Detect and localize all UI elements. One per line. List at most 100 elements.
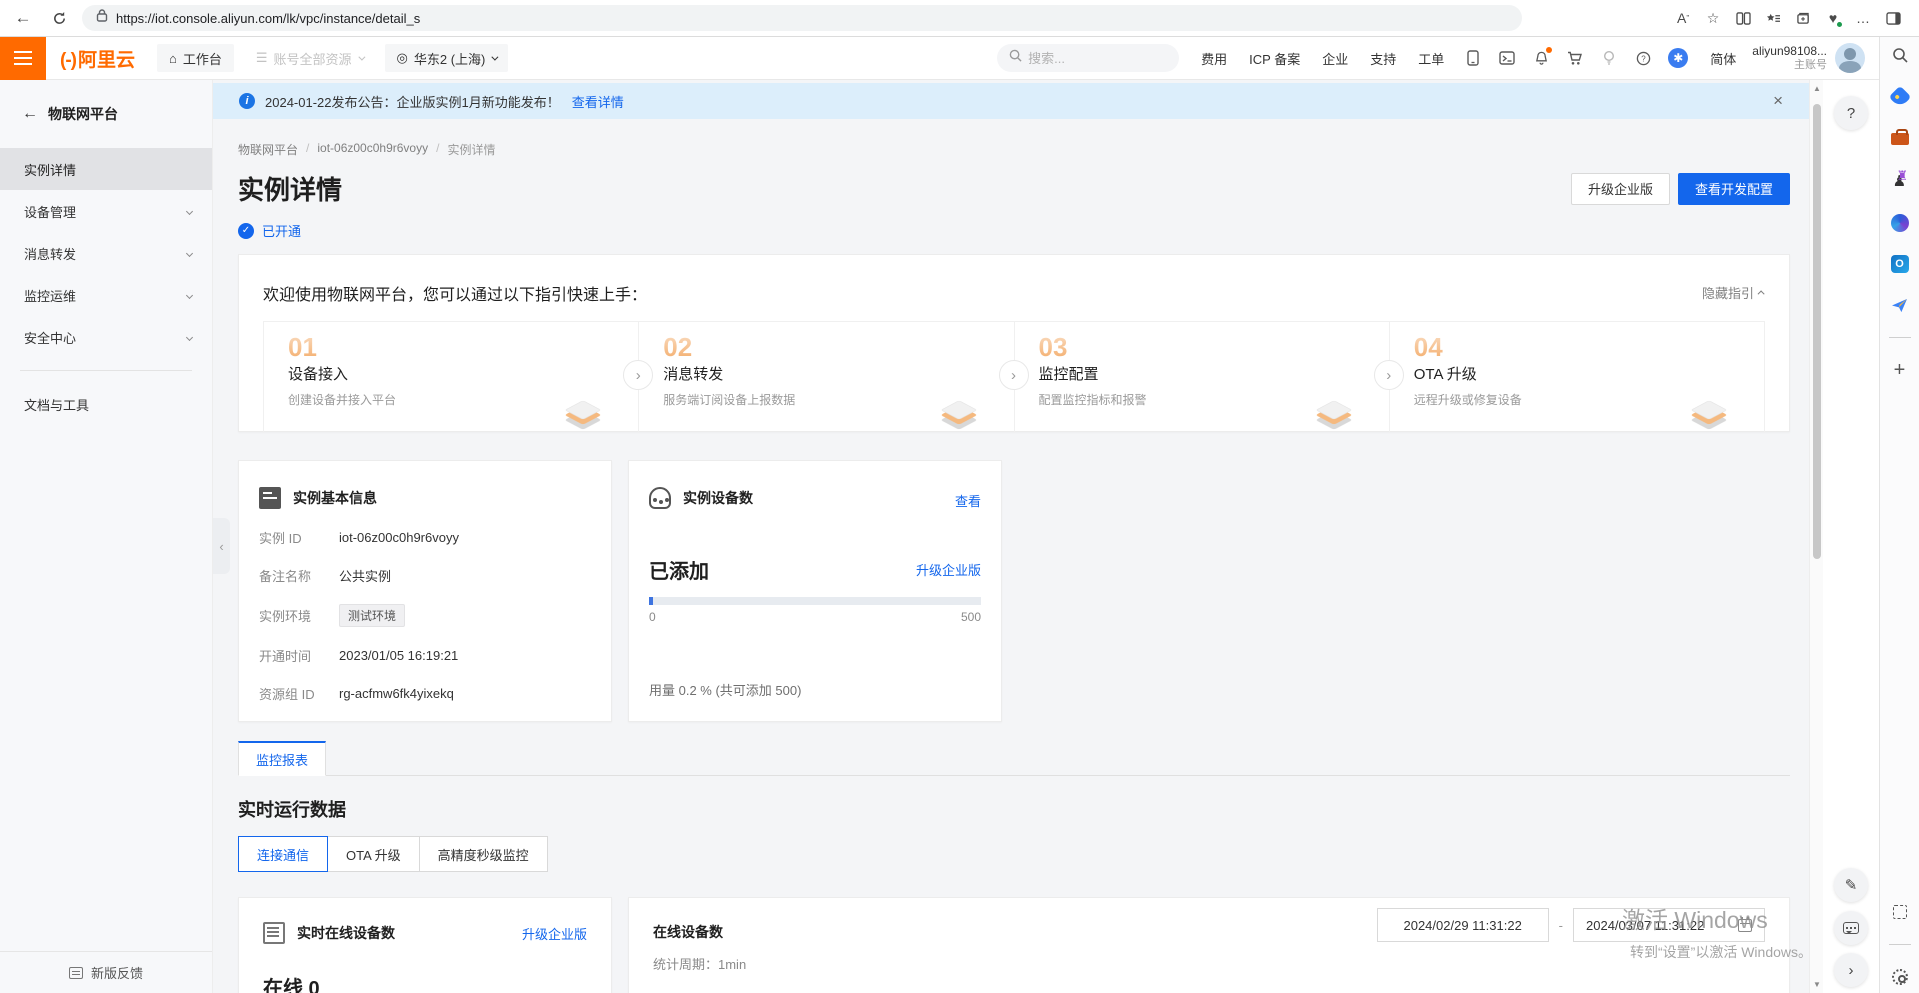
region-pin-icon: ◎ bbox=[397, 50, 408, 66]
breadcrumb-root[interactable]: 物联网平台 bbox=[238, 141, 298, 158]
sidebar-item-instance-detail[interactable]: 实例详情 bbox=[0, 148, 212, 190]
view-dev-config-button[interactable]: 查看开发配置 bbox=[1678, 173, 1790, 205]
guide-step-monitoring-config[interactable]: 03 监控配置 配置监控指标和报警 › bbox=[1014, 322, 1389, 433]
box-3d-icon bbox=[1694, 397, 1724, 427]
url-bar[interactable]: https://iot.console.aliyun.com/lk/vpc/in… bbox=[82, 5, 1522, 31]
scroll-down-arrow[interactable]: ▼ bbox=[1810, 980, 1824, 989]
realtime-online-devices-card: 实时在线设备数 升级企业版 在线 0 bbox=[238, 897, 612, 993]
topbar-link-tickets[interactable]: 工单 bbox=[1418, 49, 1444, 68]
next-step-chevron-icon: › bbox=[1374, 360, 1404, 390]
global-search[interactable] bbox=[997, 44, 1179, 72]
sidebar-divider-line bbox=[20, 370, 192, 371]
date-start-input[interactable]: 2024/02/29 11:31:22 bbox=[1377, 908, 1549, 942]
account-info[interactable]: aliyun98108... 主账号 bbox=[1752, 44, 1827, 72]
topbar-link-enterprise[interactable]: 企业 bbox=[1322, 49, 1348, 68]
sidebar-collapse-handle[interactable]: ‹ bbox=[213, 518, 230, 574]
favorite-star-icon[interactable]: ☆ bbox=[1701, 5, 1725, 31]
info-icon: i bbox=[239, 93, 255, 109]
status-check-icon: ✓ bbox=[238, 223, 254, 239]
sidebar-toggle-icon[interactable] bbox=[1881, 5, 1905, 31]
sidebar-tools-icon[interactable] bbox=[1890, 129, 1910, 149]
main-content: ‹ i 2024-01-22发布公告：企业版实例1月新功能发布！ 查看详情 × … bbox=[213, 80, 1809, 993]
box-3d-icon bbox=[568, 397, 598, 427]
page-scrollbar[interactable]: ▲ ▼ bbox=[1809, 80, 1823, 993]
sidebar-games-icon[interactable]: ♟♜ bbox=[1890, 171, 1910, 191]
sidebar-item-docs-tools[interactable]: 文档与工具 bbox=[0, 383, 212, 425]
environment-tag: 测试环境 bbox=[339, 604, 405, 627]
guide-step-device-access[interactable]: 01 设备接入 创建设备并接入平台 › bbox=[264, 322, 638, 433]
topbar-link-icp[interactable]: ICP 备案 bbox=[1249, 49, 1300, 68]
lightbulb-icon[interactable] bbox=[1600, 49, 1618, 67]
breadcrumb-instance[interactable]: iot-06z00c0h9r6voyy bbox=[317, 141, 428, 158]
sidebar-item-message-forwarding[interactable]: 消息转发 bbox=[0, 232, 212, 274]
product-sidebar: ← 物联网平台 实例详情 设备管理 消息转发 监控运维 安全中心 文档与工具 新… bbox=[0, 80, 213, 993]
sidebar-search-icon[interactable] bbox=[1890, 45, 1910, 65]
sidebar-item-security-center[interactable]: 安全中心 bbox=[0, 316, 212, 358]
announcement-link[interactable]: 查看详情 bbox=[572, 92, 624, 111]
date-end-input[interactable]: 2024/03/07 11:31:22 bbox=[1573, 908, 1765, 942]
filter-connection-comm[interactable]: 连接通信 bbox=[238, 836, 328, 872]
sidebar-drop-icon[interactable] bbox=[1890, 295, 1910, 315]
lock-icon bbox=[96, 9, 108, 27]
chat-float-button[interactable] bbox=[1834, 911, 1868, 945]
account-resources-dropdown[interactable]: ☰ 账号全部资源 bbox=[256, 49, 363, 68]
view-devices-link[interactable]: 查看 bbox=[955, 491, 981, 510]
collapse-rail-button[interactable]: › bbox=[1834, 953, 1868, 987]
more-menu-icon[interactable]: … bbox=[1851, 5, 1875, 31]
guide-step-message-forwarding[interactable]: 02 消息转发 服务端订阅设备上报数据 › bbox=[638, 322, 1013, 433]
info-row-environment: 实例环境 测试环境 bbox=[259, 604, 591, 627]
aliyun-logo[interactable]: (-) 阿里云 bbox=[60, 45, 135, 72]
sidebar-copilot-icon[interactable] bbox=[1890, 213, 1910, 233]
product-menu-button[interactable] bbox=[0, 37, 46, 80]
upgrade-enterprise-link[interactable]: 升级企业版 bbox=[916, 560, 981, 579]
cloudshell-icon[interactable] bbox=[1498, 49, 1516, 67]
announcement-banner: i 2024-01-22发布公告：企业版实例1月新功能发布！ 查看详情 × bbox=[213, 83, 1809, 119]
realtime-filter-group: 连接通信 OTA 升级 高精度秒级监控 bbox=[238, 836, 548, 872]
sidebar-add-icon[interactable]: + bbox=[1890, 360, 1910, 380]
mobile-app-icon[interactable] bbox=[1464, 49, 1482, 67]
sidebar-settings-gear-icon[interactable] bbox=[1890, 967, 1910, 987]
split-screen-icon[interactable] bbox=[1731, 5, 1755, 31]
banner-close-icon[interactable]: × bbox=[1773, 91, 1783, 111]
help-float-button[interactable]: ? bbox=[1834, 96, 1868, 130]
info-row-activation-time: 开通时间 2023/01/05 16:19:21 bbox=[259, 646, 591, 665]
sidebar-item-device-management[interactable]: 设备管理 bbox=[0, 190, 212, 232]
edit-float-button[interactable]: ✎ bbox=[1834, 868, 1868, 902]
community-icon[interactable]: ✱ bbox=[1668, 48, 1688, 68]
feedback-button[interactable]: 新版反馈 bbox=[0, 951, 212, 993]
upgrade-enterprise-button[interactable]: 升级企业版 bbox=[1571, 173, 1670, 205]
info-row-resource-group: 资源组 ID rg-acfmw6fk4yixekq bbox=[259, 684, 591, 703]
favorites-bar-icon[interactable] bbox=[1761, 5, 1785, 31]
sidebar-screenshot-icon[interactable] bbox=[1890, 902, 1910, 922]
avatar[interactable] bbox=[1835, 43, 1865, 73]
help-icon[interactable]: ? bbox=[1634, 49, 1652, 67]
topbar-link-billing[interactable]: 费用 bbox=[1201, 49, 1227, 68]
scrollbar-thumb[interactable] bbox=[1813, 104, 1821, 559]
browser-essentials-icon[interactable]: ♥ bbox=[1821, 5, 1845, 31]
region-selector[interactable]: ◎ 华东2 (上海) bbox=[385, 44, 509, 72]
workbench-button[interactable]: ⌂ 工作台 bbox=[157, 44, 234, 72]
cart-icon[interactable] bbox=[1566, 49, 1584, 67]
guide-step-ota-upgrade[interactable]: 04 OTA 升级 远程升级或修复设备 bbox=[1389, 322, 1764, 433]
language-switch[interactable]: 简体 bbox=[1710, 49, 1736, 68]
tab-monitor-report[interactable]: 监控报表 bbox=[238, 741, 326, 776]
back-icon[interactable]: ← bbox=[10, 5, 36, 31]
upgrade-enterprise-link[interactable]: 升级企业版 bbox=[522, 924, 587, 943]
sidebar-back[interactable]: ← 物联网平台 bbox=[0, 80, 212, 134]
sidebar-item-monitoring-ops[interactable]: 监控运维 bbox=[0, 274, 212, 316]
sidebar-outlook-icon[interactable]: O bbox=[1891, 255, 1909, 273]
hide-guide-button[interactable]: 隐藏指引 bbox=[1702, 283, 1765, 302]
document-icon bbox=[259, 487, 281, 509]
scroll-up-arrow[interactable]: ▲ bbox=[1810, 84, 1824, 93]
topbar-link-support[interactable]: 支持 bbox=[1370, 49, 1396, 68]
filter-ota-upgrade[interactable]: OTA 升级 bbox=[327, 836, 420, 872]
date-range-picker: 2024/02/29 11:31:22 - 2024/03/07 11:31:2… bbox=[1377, 908, 1765, 942]
collections-icon[interactable] bbox=[1791, 5, 1815, 31]
filter-high-precision[interactable]: 高精度秒级监控 bbox=[419, 836, 548, 872]
sidebar-shopping-tag-icon[interactable] bbox=[1890, 87, 1910, 107]
search-input[interactable] bbox=[1028, 51, 1148, 66]
next-step-chevron-icon: › bbox=[999, 360, 1029, 390]
notifications-bell-icon[interactable] bbox=[1532, 49, 1550, 67]
read-aloud-icon[interactable]: A” bbox=[1671, 5, 1695, 31]
refresh-icon[interactable] bbox=[46, 5, 72, 31]
